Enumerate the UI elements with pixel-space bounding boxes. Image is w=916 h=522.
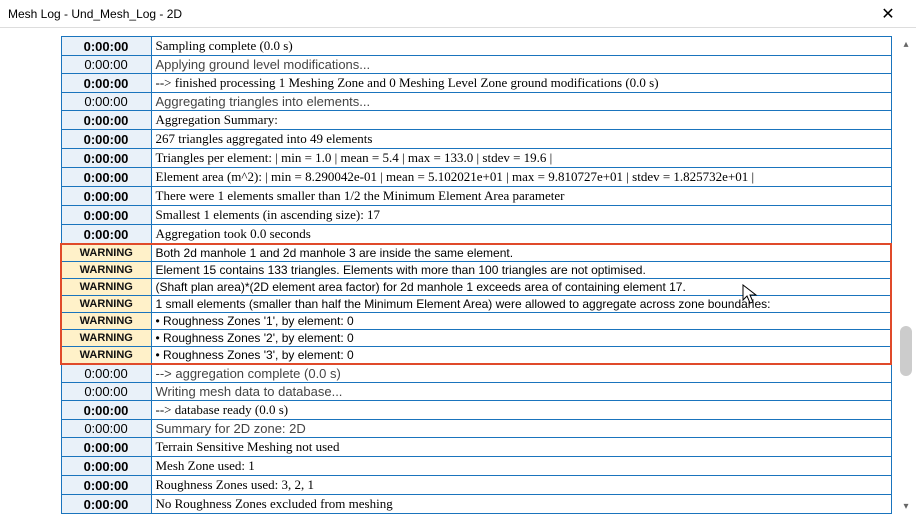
log-message: Terrain Sensitive Meshing not used <box>151 438 891 457</box>
log-row: 0:00:00--> finished processing 1 Meshing… <box>61 74 891 93</box>
log-row: 0:00:00Applying ground level modificatio… <box>61 56 891 74</box>
log-message: Summary for 2D zone: 2D <box>151 420 891 438</box>
log-message: Element 15 contains 133 triangles. Eleme… <box>151 262 891 279</box>
log-row-warning: WARNINGBoth 2d manhole 1 and 2d manhole … <box>61 244 891 262</box>
timestamp: 0:00:00 <box>61 364 151 383</box>
log-message: Triangles per element: | min = 1.0 | mea… <box>151 149 891 168</box>
log-message: Writing mesh data to database... <box>151 383 891 401</box>
log-row-warning: WARNING1 small elements (smaller than ha… <box>61 296 891 313</box>
warning-label: WARNING <box>61 347 151 365</box>
log-message: Mesh Zone used: 1 <box>151 457 891 476</box>
log-row: 0:00:00Smallest 1 elements (in ascending… <box>61 206 891 225</box>
log-row-warning: WARNING • Roughness Zones '3', by elemen… <box>61 347 891 365</box>
log-row: 0:00:00Element area (m^2): | min = 8.290… <box>61 168 891 187</box>
timestamp: 0:00:00 <box>61 130 151 149</box>
log-row: 0:00:00Aggregation Summary: <box>61 111 891 130</box>
log-message: --> database ready (0.0 s) <box>151 401 891 420</box>
close-icon: ✕ <box>881 4 894 24</box>
timestamp: 0:00:00 <box>61 476 151 495</box>
log-row: 0:00:00No Roughness Zones excluded from … <box>61 495 891 514</box>
timestamp: 0:00:00 <box>61 187 151 206</box>
timestamp: 0:00:00 <box>61 74 151 93</box>
timestamp: 0:00:00 <box>61 225 151 245</box>
log-table: 0:00:00Sampling complete (0.0 s)0:00:00A… <box>60 36 892 514</box>
titlebar: Mesh Log - Und_Mesh_Log - 2D ✕ <box>0 0 916 28</box>
log-row: 0:00:00Writing mesh data to database... <box>61 383 891 401</box>
log-row: 0:00:00Aggregating triangles into elemen… <box>61 93 891 111</box>
log-message: There were 1 elements smaller than 1/2 t… <box>151 187 891 206</box>
log-row-warning: WARNING(Shaft plan area)*(2D element are… <box>61 279 891 296</box>
scroll-up-button[interactable]: ▴ <box>898 36 914 52</box>
warning-label: WARNING <box>61 244 151 262</box>
timestamp: 0:00:00 <box>61 495 151 514</box>
log-row: 0:00:00Summary for 2D zone: 2D <box>61 420 891 438</box>
log-message: --> finished processing 1 Meshing Zone a… <box>151 74 891 93</box>
timestamp: 0:00:00 <box>61 420 151 438</box>
log-message: • Roughness Zones '2', by element: 0 <box>151 330 891 347</box>
content-area: 0:00:00Sampling complete (0.0 s)0:00:00A… <box>0 28 916 522</box>
log-message: Aggregation Summary: <box>151 111 891 130</box>
warning-label: WARNING <box>61 279 151 296</box>
log-message: • Roughness Zones '1', by element: 0 <box>151 313 891 330</box>
log-row: 0:00:00Sampling complete (0.0 s) <box>61 37 891 56</box>
log-message: Aggregation took 0.0 seconds <box>151 225 891 245</box>
log-message: 1 small elements (smaller than half the … <box>151 296 891 313</box>
timestamp: 0:00:00 <box>61 457 151 476</box>
log-row: 0:00:00Roughness Zones used: 3, 2, 1 <box>61 476 891 495</box>
timestamp: 0:00:00 <box>61 383 151 401</box>
log-row-warning: WARNING • Roughness Zones '1', by elemen… <box>61 313 891 330</box>
log-row: 0:00:00Terrain Sensitive Meshing not use… <box>61 438 891 457</box>
log-row-warning: WARNINGElement 15 contains 133 triangles… <box>61 262 891 279</box>
log-message: Aggregating triangles into elements... <box>151 93 891 111</box>
log-message: Roughness Zones used: 3, 2, 1 <box>151 476 891 495</box>
timestamp: 0:00:00 <box>61 149 151 168</box>
log-message: No Roughness Zones excluded from meshing <box>151 495 891 514</box>
warning-label: WARNING <box>61 313 151 330</box>
scroll-down-button[interactable]: ▾ <box>898 498 914 514</box>
log-message: Both 2d manhole 1 and 2d manhole 3 are i… <box>151 244 891 262</box>
warning-label: WARNING <box>61 262 151 279</box>
log-row: 0:00:00--> database ready (0.0 s) <box>61 401 891 420</box>
log-message: Sampling complete (0.0 s) <box>151 37 891 56</box>
log-row: 0:00:00Mesh Zone used: 1 <box>61 457 891 476</box>
log-row: 0:00:00--> aggregation complete (0.0 s) <box>61 364 891 383</box>
log-row: 0:00:00Aggregation took 0.0 seconds <box>61 225 891 245</box>
timestamp: 0:00:00 <box>61 401 151 420</box>
timestamp: 0:00:00 <box>61 93 151 111</box>
scroll-thumb[interactable] <box>900 326 912 376</box>
log-message: (Shaft plan area)*(2D element area facto… <box>151 279 891 296</box>
log-row: 0:00:00Triangles per element: | min = 1.… <box>61 149 891 168</box>
timestamp: 0:00:00 <box>61 168 151 187</box>
timestamp: 0:00:00 <box>61 438 151 457</box>
warning-label: WARNING <box>61 330 151 347</box>
vertical-scrollbar[interactable]: ▴ ▾ <box>898 36 914 514</box>
timestamp: 0:00:00 <box>61 37 151 56</box>
log-message: 267 triangles aggregated into 49 element… <box>151 130 891 149</box>
log-row-warning: WARNING • Roughness Zones '2', by elemen… <box>61 330 891 347</box>
log-message: Applying ground level modifications... <box>151 56 891 74</box>
close-button[interactable]: ✕ <box>870 3 906 25</box>
log-message: Smallest 1 elements (in ascending size):… <box>151 206 891 225</box>
log-row: 0:00:00There were 1 elements smaller tha… <box>61 187 891 206</box>
log-message: Element area (m^2): | min = 8.290042e-01… <box>151 168 891 187</box>
timestamp: 0:00:00 <box>61 56 151 74</box>
log-row: 0:00:00267 triangles aggregated into 49 … <box>61 130 891 149</box>
timestamp: 0:00:00 <box>61 206 151 225</box>
timestamp: 0:00:00 <box>61 111 151 130</box>
window-title: Mesh Log - Und_Mesh_Log - 2D <box>8 7 182 21</box>
warning-label: WARNING <box>61 296 151 313</box>
log-message: • Roughness Zones '3', by element: 0 <box>151 347 891 365</box>
log-message: --> aggregation complete (0.0 s) <box>151 364 891 383</box>
